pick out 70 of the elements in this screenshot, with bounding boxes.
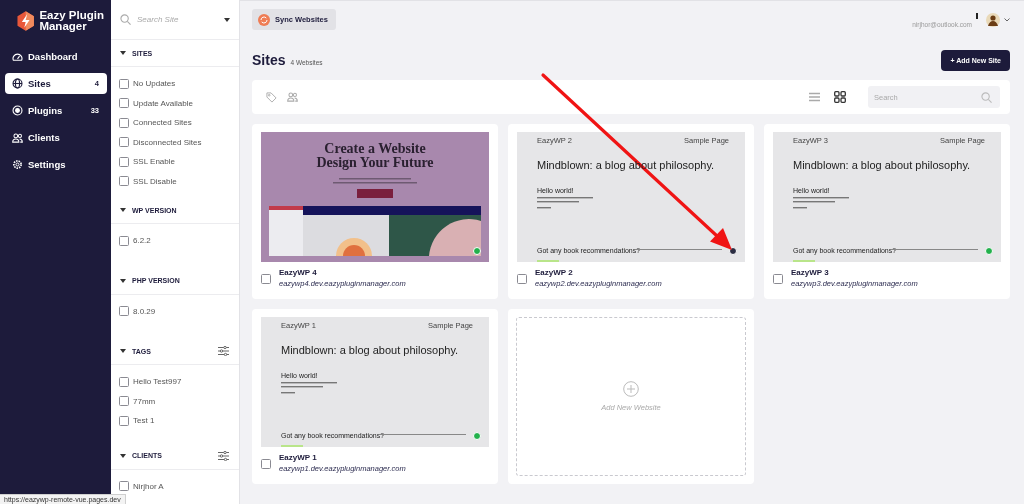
preview-headline: Design Your Future [316, 156, 434, 170]
caret-icon [120, 208, 126, 212]
checkbox[interactable] [119, 176, 129, 187]
preview-underline [793, 260, 815, 262]
preview-underline [537, 260, 559, 262]
checkbox[interactable] [119, 117, 129, 128]
gear-icon [12, 159, 23, 170]
filter-option[interactable]: Connected Sites [133, 118, 192, 128]
preview-underline [281, 445, 303, 447]
checkbox[interactable] [119, 137, 129, 148]
caret-icon [120, 51, 126, 55]
checkbox[interactable] [773, 274, 783, 284]
nav-item[interactable]: Clients [5, 127, 107, 148]
nav-item[interactable]: Dashboard [5, 46, 107, 67]
caret-icon [120, 453, 126, 458]
caret-icon [120, 278, 126, 283]
site-name[interactable]: EazyWP 2 [535, 268, 662, 277]
preview-headline: Create a Website [324, 142, 426, 156]
filter-option[interactable]: Update Available [133, 98, 193, 108]
filter-option[interactable]: SSL Enable [133, 157, 175, 167]
filter-option[interactable]: Nirjhor A [133, 481, 164, 491]
checkbox[interactable] [119, 78, 129, 89]
caret-icon [120, 349, 126, 353]
caret-icon [224, 17, 230, 22]
site-name[interactable]: EazyWP 3 [791, 268, 918, 277]
list-icon[interactable] [809, 92, 820, 102]
page-title: Sites [252, 52, 286, 68]
checkbox[interactable] [119, 481, 129, 492]
search-field[interactable]: Search Site [137, 15, 218, 24]
preview-headline: Mindblown: a blog about philosophy. [281, 344, 460, 356]
checkbox[interactable] [119, 98, 129, 109]
checkbox[interactable] [119, 396, 129, 407]
avatar-icon[interactable] [986, 12, 1000, 27]
nav-item[interactable]: Settings [5, 154, 107, 175]
search-icon [981, 91, 992, 103]
filter-option[interactable]: SSL Disable [133, 176, 177, 186]
filter-option[interactable]: Hello Test997 [133, 377, 182, 387]
plus-circle-icon [623, 381, 639, 397]
checkbox[interactable] [261, 274, 271, 284]
logo-icon [17, 11, 35, 31]
tag-icon[interactable] [266, 91, 277, 103]
checkbox[interactable] [119, 235, 129, 246]
sliders-icon[interactable] [218, 346, 229, 356]
checkbox[interactable] [261, 459, 271, 469]
search-icon [120, 14, 131, 25]
gauge-icon [12, 52, 23, 61]
globe-icon [12, 78, 23, 89]
checkbox[interactable] [119, 376, 129, 387]
preview-headline: Mindblown: a blog about philosophy. [793, 159, 972, 171]
sliders-icon[interactable] [218, 450, 229, 461]
brand-name: Eazy Plugin Manager [39, 10, 105, 32]
site-name[interactable]: EazyWP 1 [279, 453, 406, 462]
checkbox[interactable] [119, 306, 129, 317]
filter-option[interactable]: Test 1 [133, 416, 155, 426]
people-icon [12, 132, 23, 143]
target-icon [12, 105, 23, 116]
filter-option[interactable]: 6.2.2 [133, 236, 151, 246]
chevron-down-icon[interactable] [1004, 17, 1010, 22]
grid-icon[interactable] [834, 91, 846, 103]
filter-option[interactable]: Disconnected Sites [133, 137, 202, 147]
filter-option[interactable]: No Updates [133, 79, 176, 89]
filter-option[interactable]: 77mm [133, 396, 156, 406]
checkbox[interactable] [119, 415, 129, 426]
sync-icon [258, 13, 270, 26]
checkbox[interactable] [119, 156, 129, 167]
notification-mark [976, 13, 978, 19]
filter-option[interactable]: 8.0.29 [133, 306, 156, 316]
site-name[interactable]: EazyWP 4 [279, 268, 406, 277]
people-icon[interactable] [287, 92, 298, 102]
checkbox[interactable] [517, 274, 527, 284]
